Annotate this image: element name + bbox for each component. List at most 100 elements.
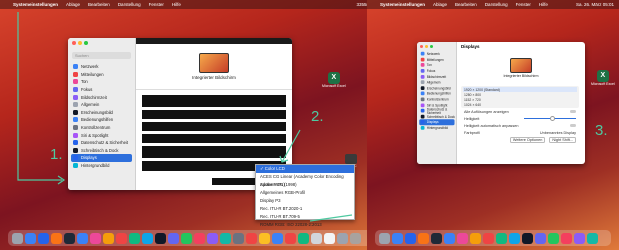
- dock: [375, 230, 611, 246]
- sidebar-item-label: Netzwerk: [426, 51, 440, 56]
- menu-item-darstellung[interactable]: Darstellung: [485, 2, 508, 7]
- auto-brightness-row: Helligkeit automatisch anpassen: [461, 122, 579, 129]
- dock-app-icon[interactable]: [129, 232, 140, 244]
- dock-app-icon[interactable]: [457, 232, 468, 244]
- dock-app-icon[interactable]: [431, 232, 442, 244]
- sidebar-item-label: Displays: [426, 120, 439, 125]
- dock-app-icon[interactable]: [12, 232, 23, 244]
- advanced-button[interactable]: Weitere Optionen: [509, 136, 546, 143]
- zoom-icon[interactable]: [430, 45, 433, 48]
- dock-app-icon[interactable]: [350, 232, 361, 244]
- dock-app-icon[interactable]: [155, 232, 166, 244]
- dock-app-icon[interactable]: [392, 232, 403, 244]
- sidebar-item-label: Erscheinungsbild: [426, 86, 451, 90]
- dock-app-icon[interactable]: [64, 232, 75, 244]
- auto-brightness-label: Helligkeit automatisch anpassen: [464, 123, 519, 128]
- dock-app-icon[interactable]: [220, 232, 231, 244]
- dock-app-icon[interactable]: [418, 232, 429, 244]
- settings-icon: [420, 69, 425, 73]
- menu-app-name[interactable]: Systemeinstellungen: [380, 2, 425, 7]
- dock-app-icon[interactable]: [38, 232, 49, 244]
- dock-app-icon[interactable]: [444, 232, 455, 244]
- close-icon[interactable]: [420, 45, 423, 48]
- dock-app-icon[interactable]: [548, 232, 559, 244]
- dock-app-icon[interactable]: [298, 232, 309, 244]
- dock-app-icon[interactable]: [77, 232, 88, 244]
- settings-icon: [420, 114, 425, 119]
- excel-icon: X: [596, 70, 609, 82]
- show-all-label: Alle Auflösungen anzeigen: [464, 109, 509, 114]
- dock-app-icon[interactable]: [535, 232, 546, 244]
- auto-brightness-toggle[interactable]: [570, 124, 576, 127]
- settings-icon: [420, 51, 425, 56]
- settings-icon: [420, 63, 425, 68]
- dock-app-icon[interactable]: [246, 232, 257, 244]
- settings-icon: [420, 103, 425, 107]
- sidebar-item[interactable]: Hintergrundbild: [417, 125, 457, 131]
- minimize-icon[interactable]: [425, 45, 428, 48]
- display-name: Integrierter Bildschirm: [503, 74, 539, 78]
- dock-app-icon[interactable]: [168, 232, 179, 244]
- left-screenshot: Systemeinstellungen Ablage Bearbeiten Da…: [0, 0, 393, 250]
- sidebar-item-label: Schreibtisch & Dock: [426, 114, 455, 119]
- menu-item-bearbeiten[interactable]: Bearbeiten: [455, 2, 477, 7]
- resolution-option[interactable]: 1024 × 640: [463, 102, 577, 107]
- dock-app-icon[interactable]: [405, 232, 416, 244]
- dock-app-icon[interactable]: [272, 232, 283, 244]
- menu-bar: Systemeinstellungen Ablage Bearbeiten Da…: [367, 0, 619, 9]
- menu-item-hilfe[interactable]: Hilfe: [539, 2, 548, 7]
- right-screenshot: Systemeinstellungen Ablage Bearbeiten Da…: [367, 0, 619, 250]
- dock-app-icon[interactable]: [324, 232, 335, 244]
- sidebar-item-label: Hintergrundbild: [426, 126, 449, 130]
- dock-app-icon[interactable]: [51, 232, 62, 244]
- excel-label: Microsoft Excel: [591, 82, 615, 86]
- slider-thumb[interactable]: [550, 115, 555, 121]
- sidebar-item-label: Datenschutz & Sicherheit: [426, 107, 448, 115]
- dock-app-icon[interactable]: [311, 232, 322, 244]
- sidebar-item-label: Mitteilungen: [426, 57, 444, 62]
- settings-icon: [420, 108, 425, 113]
- brightness-slider[interactable]: [524, 115, 576, 121]
- step-3-label: 3.: [595, 122, 608, 139]
- dock-app-icon[interactable]: [194, 232, 205, 244]
- dock-app-icon[interactable]: [587, 232, 598, 244]
- dock-app-icon[interactable]: [509, 232, 520, 244]
- settings-icon: [420, 57, 425, 62]
- dock-app-icon[interactable]: [483, 232, 494, 244]
- show-all-row: Alle Auflösungen anzeigen: [461, 108, 579, 115]
- color-profile-label: Farbprofil: [464, 130, 481, 135]
- color-profile-select[interactable]: Unbenanntes Display: [540, 131, 576, 135]
- settings-icon: [420, 86, 425, 90]
- annotation-arrows: [17, 12, 353, 222]
- arrow-line-2: [281, 129, 301, 163]
- show-all-toggle[interactable]: [570, 110, 576, 113]
- dock-app-icon[interactable]: [285, 232, 296, 244]
- dock-app-icon[interactable]: [233, 232, 244, 244]
- dock-app-icon[interactable]: [259, 232, 270, 244]
- dock-app-icon[interactable]: [561, 232, 572, 244]
- dock-app-icon[interactable]: [379, 232, 390, 244]
- menu-item-fenster[interactable]: Fenster: [516, 2, 531, 7]
- dock-app-icon[interactable]: [25, 232, 36, 244]
- dock-app-icon[interactable]: [116, 232, 127, 244]
- dock-app-icon[interactable]: [522, 232, 533, 244]
- dock-app-icon[interactable]: [142, 232, 153, 244]
- sidebar-item-label: Kontrollzentrum: [426, 97, 449, 102]
- dock-app-icon[interactable]: [103, 232, 114, 244]
- resolution-list: 1920 × 1200 (Standard) 1280 × 800 1152 × 7…: [461, 86, 579, 108]
- sidebar-item-label: Fokus: [426, 69, 436, 73]
- dock-app-icon[interactable]: [207, 232, 218, 244]
- menu-item-ablage[interactable]: Ablage: [433, 2, 447, 7]
- dock-app-icon[interactable]: [181, 232, 192, 244]
- excel-desktop-icon[interactable]: X Microsoft Excel: [591, 70, 615, 86]
- settings-icon: [420, 120, 425, 125]
- sidebar: Netzwerk Mitteilungen Ton Fokus Bildschirmze…: [417, 42, 457, 164]
- night-shift-button[interactable]: Night Shift...: [549, 136, 576, 143]
- dock-app-icon[interactable]: [470, 232, 481, 244]
- dock-app-icon[interactable]: [496, 232, 507, 244]
- window-title: Displays: [461, 44, 480, 49]
- dock-app-icon[interactable]: [90, 232, 101, 244]
- dock-app-icon[interactable]: [337, 232, 348, 244]
- dock-app-icon[interactable]: [574, 232, 585, 244]
- sidebar-item-label: Bildschirmzeit: [426, 74, 447, 79]
